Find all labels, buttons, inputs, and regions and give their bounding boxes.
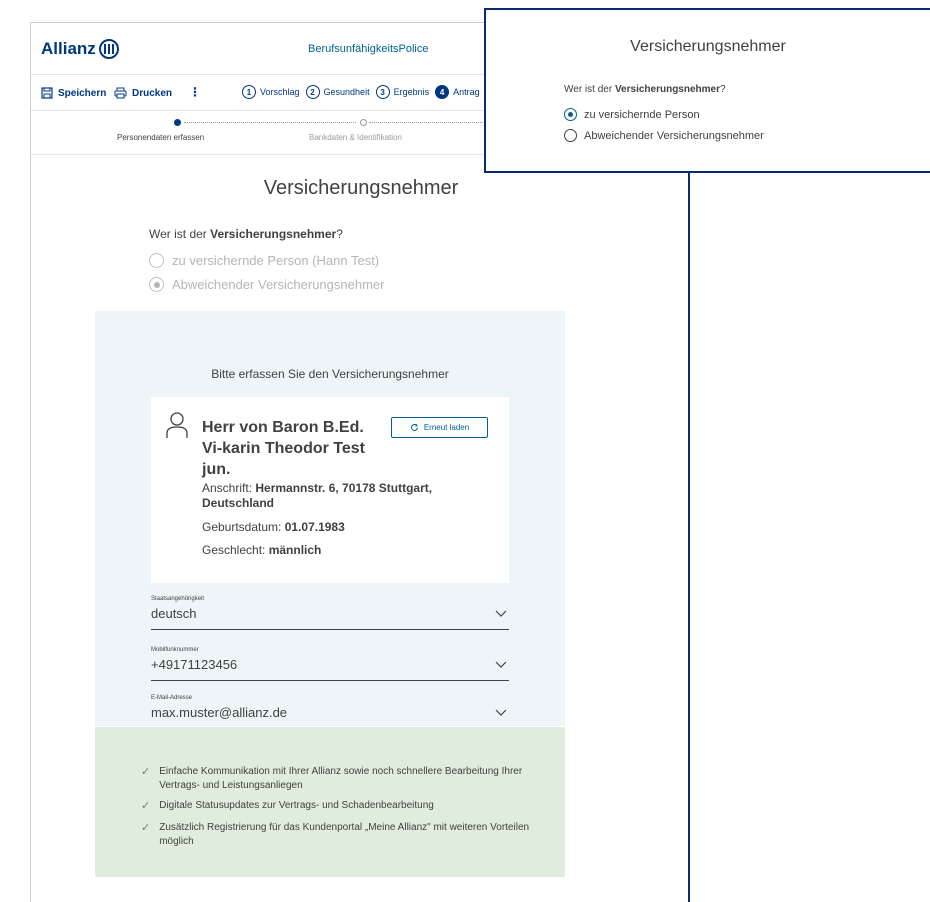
progress-label-personendaten: Personendaten erfassen	[117, 133, 205, 142]
print-button[interactable]: Drucken	[114, 87, 172, 99]
benefit-text: Zusätzlich Registrierung für das Kundenp…	[159, 822, 530, 847]
popup-radio-insured-person[interactable]: zu versichernde Person	[564, 108, 700, 121]
chevron-down-icon[interactable]	[495, 709, 507, 716]
question-suffix: ?	[719, 84, 726, 95]
question-bold: Versicherungsnehmer	[614, 84, 720, 95]
birthdate-label: Geburtsdatum:	[202, 520, 285, 534]
step-ergebnis[interactable]: 3 Ergebnis	[375, 85, 430, 99]
radio-different-policyholder[interactable]: Abweichender Versicherungsnehmer	[149, 277, 384, 292]
person-card: Herr von Baron B.Ed. Vi-karin Theodor Te…	[151, 397, 509, 583]
progress-line	[184, 122, 356, 123]
question-prefix: Wer ist der	[149, 227, 211, 241]
allianz-logo[interactable]: Allianz	[41, 39, 119, 59]
step-label: Vorschlag	[260, 87, 300, 97]
progress-label-bankdaten: Bankdaten & Identifikation	[309, 133, 402, 142]
radio-circle-selected[interactable]	[149, 277, 164, 292]
refresh-icon	[410, 423, 418, 431]
benefit-item: ✓ Zusätzlich Registrierung für das Kunde…	[141, 821, 561, 849]
person-icon	[166, 412, 188, 438]
benefit-text: Digitale Statusupdates zur Vertrags- und…	[159, 800, 434, 811]
address-label: Anschrift:	[202, 481, 256, 495]
step-number: 3	[375, 85, 390, 99]
step-gesundheit[interactable]: 2 Gesundheit	[305, 85, 370, 99]
email-field[interactable]: E-Mail-Adresse max.muster@allianz.de	[151, 695, 509, 729]
check-icon: ✓	[141, 800, 151, 812]
benefit-item: ✓ Digitale Statusupdates zur Vertrags- u…	[141, 799, 561, 813]
person-gender: Geschlecht: männlich	[202, 543, 492, 558]
radio-label: zu versichernde Person	[584, 108, 700, 121]
field-label: Mobilfunknummer	[151, 647, 199, 653]
radio-label: zu versichernde Person (Hann Test)	[172, 253, 380, 268]
more-vertical-icon: ⋮	[189, 85, 201, 99]
radio-circle[interactable]	[149, 253, 164, 268]
radio-insured-person[interactable]: zu versichernde Person (Hann Test)	[149, 253, 379, 268]
radio-circle-selected[interactable]	[564, 108, 577, 121]
question-bold: Versicherungsnehmer	[210, 227, 337, 241]
chevron-down-icon[interactable]	[495, 661, 507, 668]
logo-text: Allianz	[41, 39, 96, 58]
allianz-eagle-icon	[98, 39, 119, 59]
page-title: Versicherungsnehmer	[263, 177, 459, 199]
reload-label: Erneut laden	[423, 423, 470, 432]
field-value[interactable]: max.muster@allianz.de	[151, 705, 287, 720]
question-prefix: Wer ist der	[564, 84, 615, 95]
popup-radio-different-policyholder[interactable]: Abweichender Versicherungsnehmer	[564, 129, 764, 142]
form-heading: Bitte erfassen Sie den Versicherungsnehm…	[211, 367, 449, 381]
more-menu-button[interactable]: ⋮	[189, 85, 201, 99]
field-label: E-Mail-Adresse	[151, 695, 193, 701]
radio-circle[interactable]	[564, 129, 577, 142]
print-label: Drucken	[132, 87, 173, 99]
radio-label: Abweichender Versicherungsnehmer	[584, 129, 764, 142]
benefits-box: ✓ Einfache Kommunikation mit Ihrer Allia…	[95, 727, 565, 877]
step-vorschlag[interactable]: 1 Vorschlag	[242, 85, 300, 99]
chevron-down-icon[interactable]	[495, 610, 507, 617]
nationality-select[interactable]: Staatsangehörigkeit deutsch	[151, 596, 509, 630]
mobile-number-field[interactable]: Mobilfunknummer +49171123456	[151, 647, 509, 681]
product-title: BerufsunfähigkeitsPolice	[308, 43, 429, 55]
field-value[interactable]: +49171123456	[151, 657, 237, 672]
save-button[interactable]: Speichern	[41, 87, 106, 99]
radio-dot	[568, 112, 573, 117]
person-name: Herr von Baron B.Ed. Vi-karin Theodor Te…	[202, 419, 365, 478]
reload-button[interactable]: Erneut laden	[391, 417, 488, 438]
step-number: 2	[305, 85, 320, 99]
question-suffix: ?	[336, 227, 343, 241]
printer-icon	[114, 87, 127, 99]
save-icon	[41, 87, 53, 99]
gender-label: Geschlecht:	[202, 543, 269, 557]
birthdate-value: 01.07.1983	[284, 520, 345, 534]
person-birthdate: Geburtsdatum: 01.07.1983	[202, 520, 492, 535]
step-label: Gesundheit	[323, 87, 370, 97]
step-label: Ergebnis	[393, 87, 430, 97]
radio-label: Abweichender Versicherungsnehmer	[172, 277, 385, 292]
process-steps: 1 Vorschlag 2 Gesundheit 3 Ergebnis 4 An…	[242, 85, 480, 99]
check-icon: ✓	[141, 766, 151, 778]
field-label: Staatsangehörigkeit	[151, 596, 205, 602]
radio-dot	[153, 281, 160, 288]
popup-question: Wer ist der Versicherungsnehmer?	[564, 84, 726, 95]
save-label: Speichern	[58, 87, 107, 99]
check-icon: ✓	[141, 822, 151, 834]
popup-title: Versicherungsnehmer	[630, 38, 786, 55]
step-number: 4	[435, 85, 450, 99]
person-address: Anschrift: Hermannstr. 6, 70178 Stuttgar…	[202, 481, 492, 511]
step-label: Antrag	[453, 87, 480, 97]
step-number: 1	[242, 85, 256, 99]
progress-dot-next	[360, 119, 367, 126]
progress-dot-current	[174, 119, 181, 126]
field-value[interactable]: deutsch	[151, 606, 197, 621]
policyholder-form: Bitte erfassen Sie den Versicherungsnehm…	[95, 311, 565, 729]
policyholder-popup: Versicherungsnehmer Wer ist der Versiche…	[484, 8, 930, 173]
policyholder-question: Wer ist der Versicherungsnehmer?	[149, 227, 343, 241]
benefit-item: ✓ Einfache Kommunikation mit Ihrer Allia…	[141, 765, 561, 793]
step-antrag[interactable]: 4 Antrag	[435, 85, 480, 99]
gender-value: männlich	[268, 543, 322, 557]
benefit-text: Einfache Kommunikation mit Ihrer Allianz…	[159, 766, 523, 791]
